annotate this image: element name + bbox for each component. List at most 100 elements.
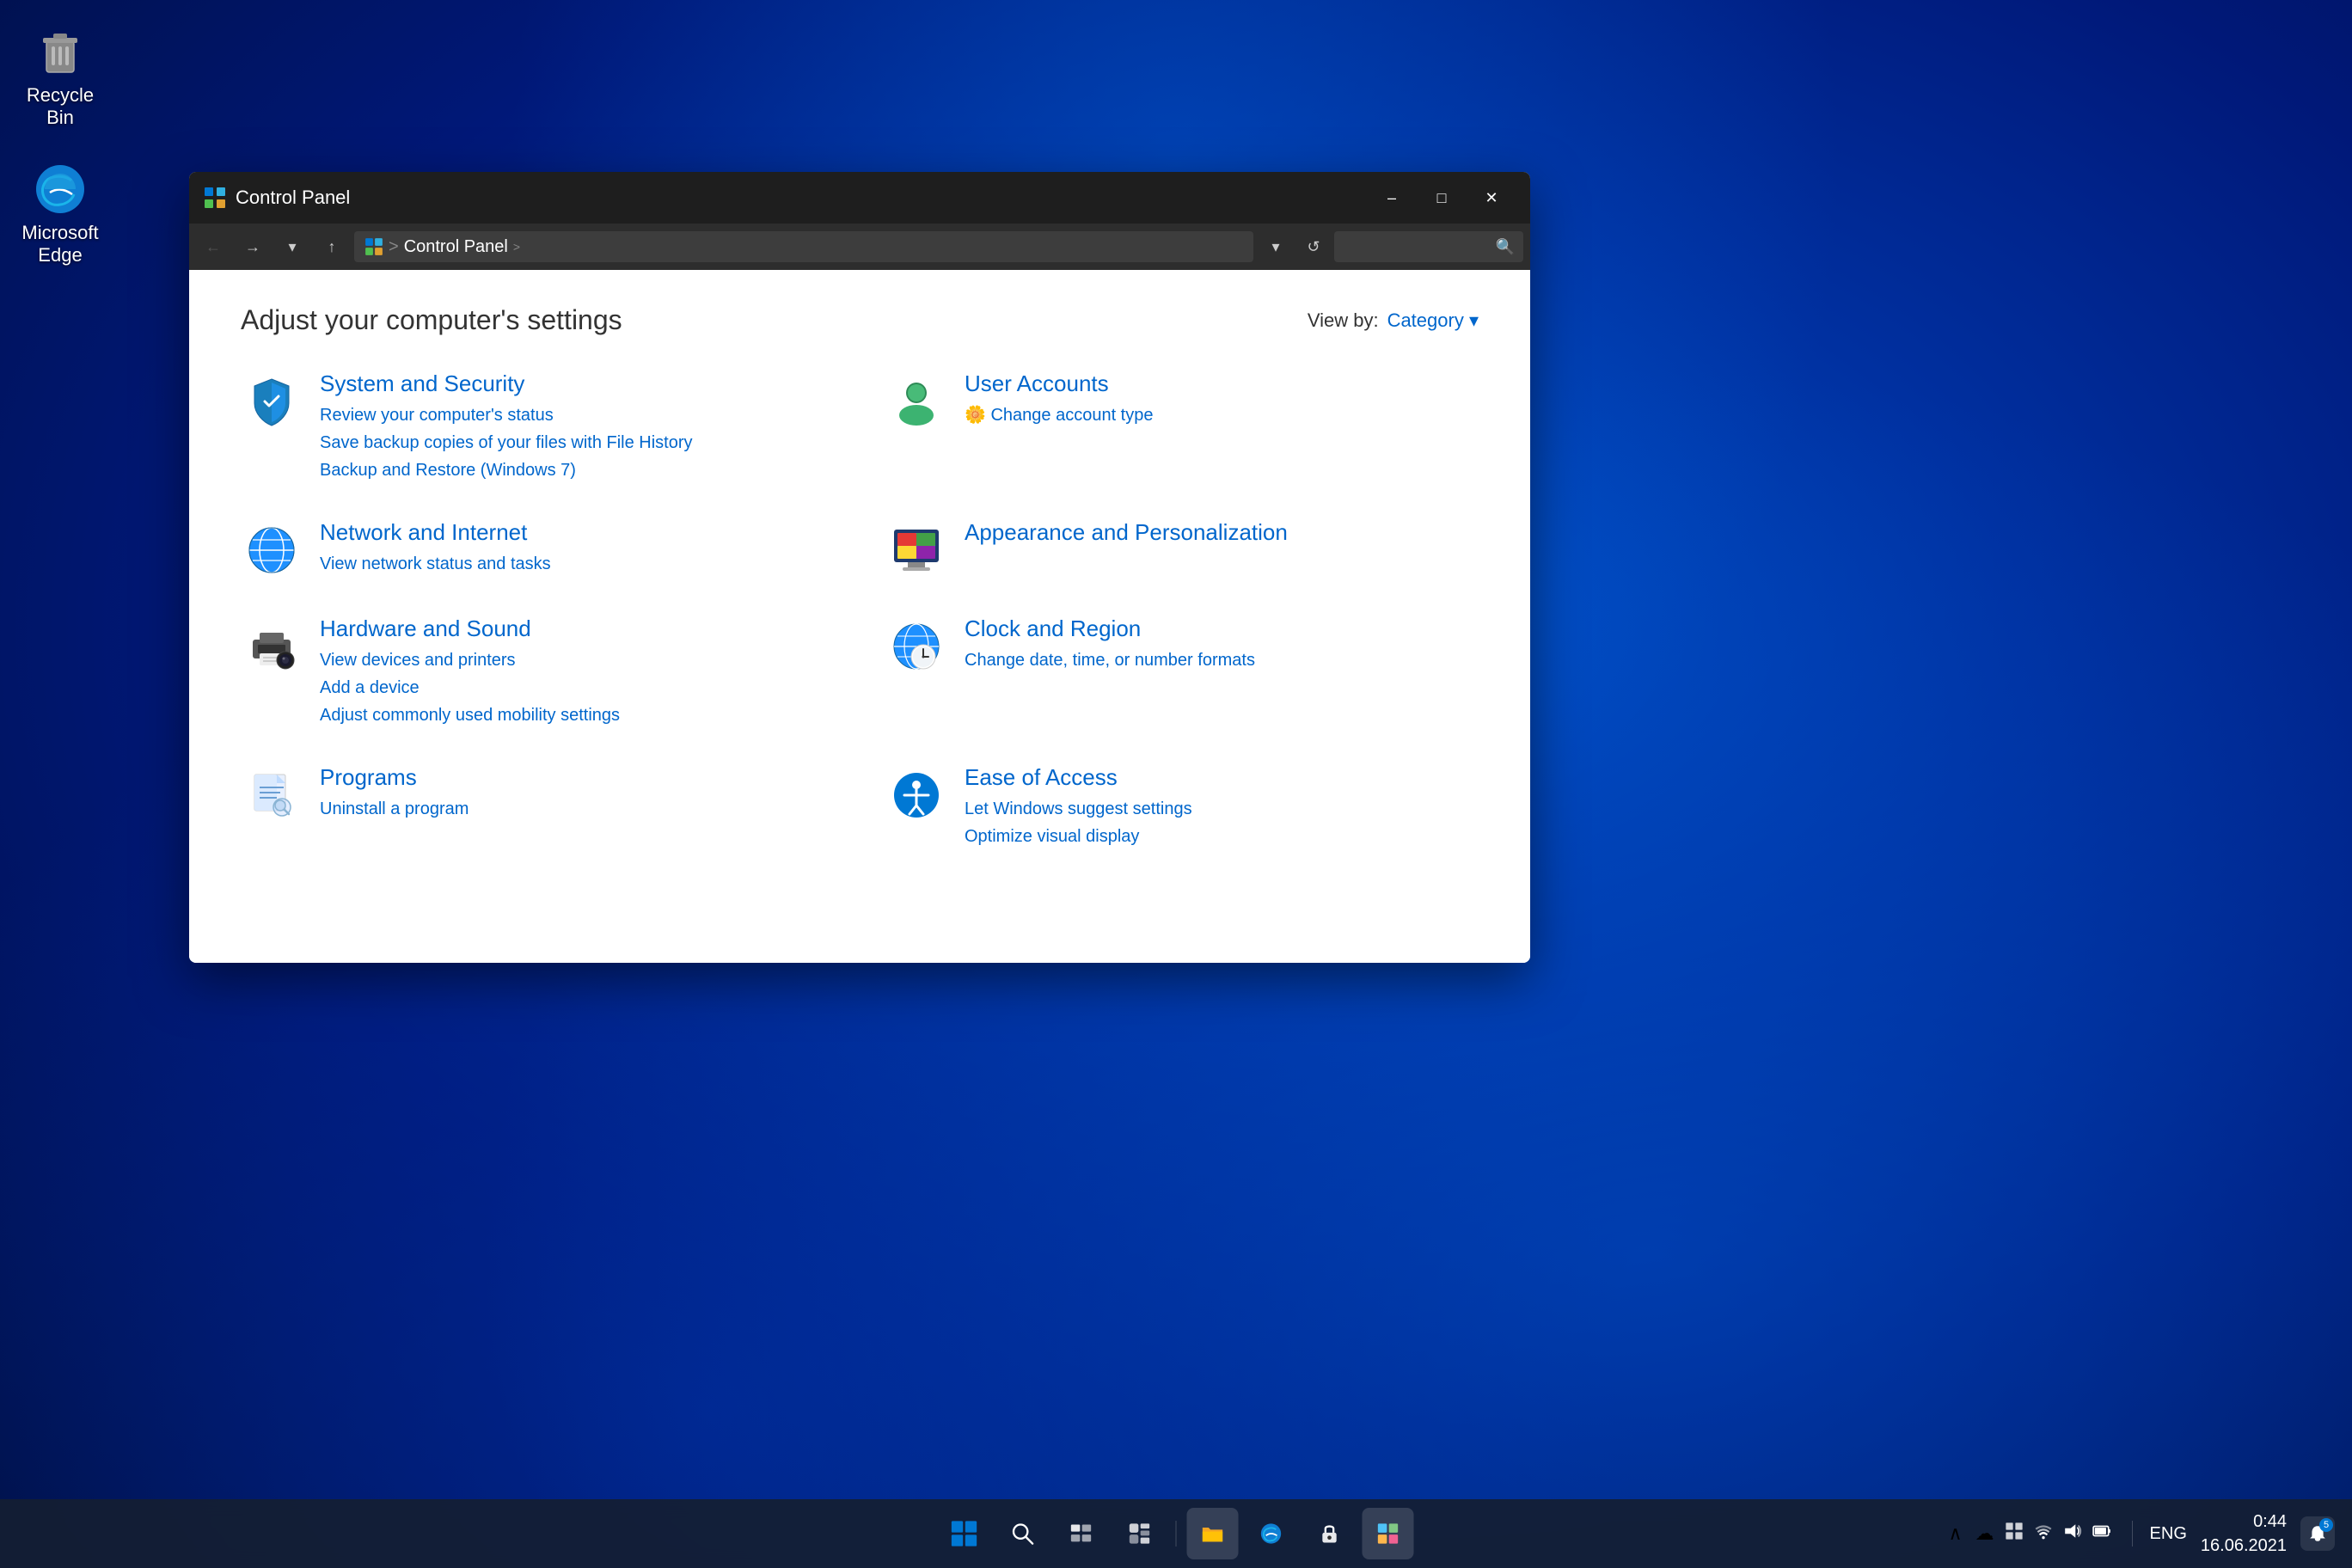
category-system-security: System and Security Review your computer… — [241, 371, 834, 485]
forward-button[interactable]: → — [236, 231, 270, 262]
programs-content: Programs Uninstall a program — [320, 764, 834, 824]
taskbar-clock[interactable]: 0:44 16.06.2021 — [2201, 1510, 2287, 1558]
system-security-content: System and Security Review your computer… — [320, 371, 834, 485]
taskview-button[interactable] — [1056, 1508, 1107, 1559]
taskbar-right: ∧ ☁ — [1943, 1510, 2335, 1558]
clock-region-link-1[interactable]: Change date, time, or number formats — [965, 647, 1479, 673]
network-internet-content: Network and Internet View network status… — [320, 519, 834, 579]
maximize-button[interactable]: □ — [1417, 172, 1467, 224]
viewby-value[interactable]: Category ▾ — [1387, 309, 1479, 332]
path-control-panel[interactable]: Control Panel — [404, 237, 508, 257]
programs-link-1[interactable]: Uninstall a program — [320, 796, 834, 822]
recycle-bin-label: Recycle Bin — [15, 84, 105, 129]
user-accounts-title[interactable]: User Accounts — [965, 371, 1479, 397]
window-title: Control Panel — [236, 187, 1358, 209]
minimize-button[interactable]: – — [1367, 172, 1417, 224]
ease-of-access-icon — [885, 764, 947, 826]
category-hardware-sound: Hardware and Sound View devices and prin… — [241, 616, 834, 730]
content-header: Adjust your computer's settings View by:… — [241, 304, 1479, 336]
recycle-bin-icon[interactable]: Recycle Bin — [9, 17, 112, 136]
appearance-title[interactable]: Appearance and Personalization — [965, 519, 1479, 546]
start-button[interactable] — [939, 1508, 990, 1559]
system-security-link-3[interactable]: Backup and Restore (Windows 7) — [320, 457, 834, 483]
system-security-link-2[interactable]: Save backup copies of your files with Fi… — [320, 430, 834, 456]
tray-cloud[interactable]: ☁ — [1972, 1522, 1998, 1545]
clock-region-icon — [885, 616, 947, 677]
hardware-sound-link-2[interactable]: Add a device — [320, 675, 834, 701]
taskbar-search-button[interactable] — [997, 1508, 1049, 1559]
edge-image — [33, 162, 88, 217]
language-indicator[interactable]: ENG — [2150, 1524, 2187, 1544]
categories-grid: System and Security Review your computer… — [241, 371, 1479, 851]
ease-of-access-content: Ease of Access Let Windows suggest setti… — [965, 764, 1479, 851]
system-tray: ∧ ☁ — [1943, 1522, 2115, 1546]
hardware-sound-title[interactable]: Hardware and Sound — [320, 616, 834, 642]
titlebar-icon — [203, 186, 227, 210]
refresh-button[interactable]: ↺ — [1298, 231, 1329, 262]
viewby-control: View by: Category ▾ — [1308, 309, 1479, 332]
tray-chevron[interactable]: ∧ — [1943, 1522, 1969, 1545]
desktop: Recycle Bin Microsoft Edge — [0, 0, 2352, 1568]
taskbar: ∧ ☁ — [0, 1499, 2352, 1568]
tray-network-icon[interactable] — [2001, 1522, 2027, 1546]
category-user-accounts: User Accounts 🌼 Change account type — [885, 371, 1479, 485]
taskbar-edge-button[interactable] — [1246, 1508, 1297, 1559]
category-programs: Programs Uninstall a program — [241, 764, 834, 851]
user-accounts-link-1[interactable]: 🌼 Change account type — [965, 402, 1479, 428]
search-box[interactable]: 🔍 — [1334, 231, 1523, 262]
up-button[interactable]: ↑ — [315, 231, 349, 262]
path-end-arrow: > — [513, 240, 520, 254]
category-appearance: Appearance and Personalization — [885, 519, 1479, 581]
search-input[interactable] — [1343, 238, 1496, 256]
hardware-sound-link-1[interactable]: View devices and printers — [320, 647, 834, 673]
network-internet-icon — [241, 519, 303, 581]
dropdown-button[interactable]: ▾ — [275, 231, 309, 262]
clock-time: 0:44 — [2201, 1510, 2287, 1534]
titlebar: Control Panel – □ ✕ — [189, 172, 1530, 224]
tray-wifi-icon[interactable] — [2030, 1522, 2056, 1546]
ease-of-access-title[interactable]: Ease of Access — [965, 764, 1479, 791]
page-title: Adjust your computer's settings — [241, 304, 622, 336]
clock-date: 16.06.2021 — [2201, 1534, 2287, 1558]
user-accounts-icon — [885, 371, 947, 432]
back-button[interactable]: ← — [196, 231, 230, 262]
taskbar-control-panel-button[interactable] — [1363, 1508, 1414, 1559]
widgets-button[interactable] — [1114, 1508, 1166, 1559]
system-security-link-1[interactable]: Review your computer's status — [320, 402, 834, 428]
ease-of-access-link-1[interactable]: Let Windows suggest settings — [965, 796, 1479, 822]
control-panel-window: Control Panel – □ ✕ ← → ▾ ↑ > Control — [189, 172, 1530, 963]
clock-region-title[interactable]: Clock and Region — [965, 616, 1479, 642]
system-security-title[interactable]: System and Security — [320, 371, 834, 397]
taskbar-vpn-button[interactable] — [1304, 1508, 1356, 1559]
tray-battery-icon[interactable] — [2089, 1522, 2115, 1546]
window-controls: – □ ✕ — [1367, 172, 1516, 224]
hardware-sound-link-3[interactable]: Adjust commonly used mobility settings — [320, 702, 834, 728]
system-security-icon — [241, 371, 303, 432]
programs-title[interactable]: Programs — [320, 764, 834, 791]
category-clock-region: Clock and Region Change date, time, or n… — [885, 616, 1479, 730]
close-button[interactable]: ✕ — [1467, 172, 1516, 224]
dropdown2-button[interactable]: ▾ — [1259, 231, 1293, 262]
taskbar-center — [939, 1508, 1414, 1559]
hardware-sound-content: Hardware and Sound View devices and prin… — [320, 616, 834, 730]
addressbar: ← → ▾ ↑ > Control Panel > ▾ ↺ 🔍 — [189, 224, 1530, 270]
edge-label: Microsoft Edge — [15, 222, 105, 266]
file-explorer-button[interactable] — [1187, 1508, 1239, 1559]
tray-volume-icon[interactable] — [2060, 1522, 2086, 1546]
edge-icon[interactable]: Microsoft Edge — [9, 155, 112, 273]
network-internet-link-1[interactable]: View network status and tasks — [320, 551, 834, 577]
clock-region-content: Clock and Region Change date, time, or n… — [965, 616, 1479, 675]
programs-icon — [241, 764, 303, 826]
address-path[interactable]: > Control Panel > — [354, 231, 1253, 262]
search-icon[interactable]: 🔍 — [1496, 238, 1515, 256]
content-area: Adjust your computer's settings View by:… — [189, 270, 1530, 963]
user-accounts-content: User Accounts 🌼 Change account type — [965, 371, 1479, 430]
notification-button[interactable]: 5 — [2300, 1516, 2335, 1551]
ease-of-access-link-2[interactable]: Optimize visual display — [965, 824, 1479, 849]
recycle-bin-image — [33, 24, 88, 79]
category-ease-of-access: Ease of Access Let Windows suggest setti… — [885, 764, 1479, 851]
category-network-internet: Network and Internet View network status… — [241, 519, 834, 581]
hardware-sound-icon — [241, 616, 303, 677]
viewby-label: View by: — [1308, 309, 1379, 332]
network-internet-title[interactable]: Network and Internet — [320, 519, 834, 546]
